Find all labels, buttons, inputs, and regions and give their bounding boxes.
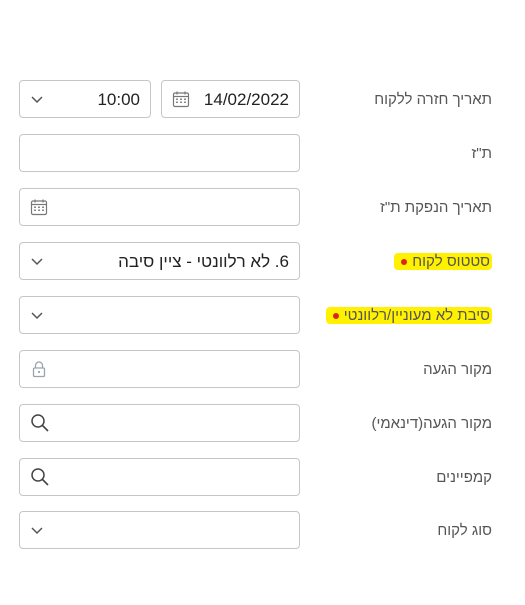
return-time-select[interactable]: 10:00 [19,80,151,118]
id-label: ת"ז [471,145,492,162]
campaigns-input[interactable] [19,458,300,496]
search-icon [30,413,50,433]
status-highlight: סטטוס לקוח [394,253,492,270]
id-input[interactable] [19,134,300,172]
campaigns-label: קמפיינים [436,469,492,486]
return-date-value: 14/02/2022 [203,90,289,109]
search-icon [30,467,50,487]
status-value: 6. לא רלוונטי - ציין סיבה [118,252,289,271]
campaigns-row: קמפיינים [0,458,525,498]
source-label: מקור הגעה [423,361,492,378]
reason-select[interactable] [19,296,300,334]
return-time-value: 10:00 [97,90,140,109]
lock-icon [30,360,48,378]
source-input [19,350,300,388]
dynamic-source-label: מקור הגעה(דינאמי) [371,415,492,432]
status-select[interactable]: 6. לא רלוונטי - ציין סיבה [19,242,300,280]
chevron-down-icon [30,254,44,268]
customer-type-select[interactable] [19,511,300,549]
reason-row: סיבת לא מעוניין/רלוונטי [0,296,525,336]
id-issue-date-input[interactable] [19,188,300,226]
reason-label: סיבת לא מעוניין/רלוונטי [343,307,490,324]
required-indicator [332,313,339,320]
reason-highlight: סיבת לא מעוניין/רלוונטי [325,307,492,324]
status-label: סטטוס לקוח [412,253,490,270]
return-date-input[interactable]: 14/02/2022 [161,80,300,118]
chevron-down-icon [30,92,44,106]
calendar-icon[interactable] [30,198,48,216]
calendar-icon[interactable] [172,90,190,108]
chevron-down-icon [30,523,44,537]
id-issue-date-label: תאריך הנפקת ת"ז [380,199,492,216]
return-date-row: 10:00 14/02/2022 תאריך חזרה ללקוח [0,80,525,120]
reason-label-wrap: סיבת לא מעוניין/רלוונטי [325,296,492,336]
chevron-down-icon [30,308,44,322]
source-row: מקור הגעה [0,350,525,390]
dynamic-source-input[interactable] [19,404,300,442]
required-indicator [401,259,408,266]
status-row: 6. לא רלוונטי - ציין סיבה סטטוס לקוח [0,242,525,282]
dynamic-source-row: מקור הגעה(דינאמי) [0,404,525,444]
id-issue-date-row: תאריך הנפקת ת"ז [0,188,525,228]
id-row: ת"ז [0,134,525,174]
return-date-label: תאריך חזרה ללקוח [374,91,492,108]
status-label-wrap: סטטוס לקוח [394,242,492,282]
customer-type-row: סוג לקוח [0,511,525,551]
customer-type-label: סוג לקוח [437,522,492,539]
